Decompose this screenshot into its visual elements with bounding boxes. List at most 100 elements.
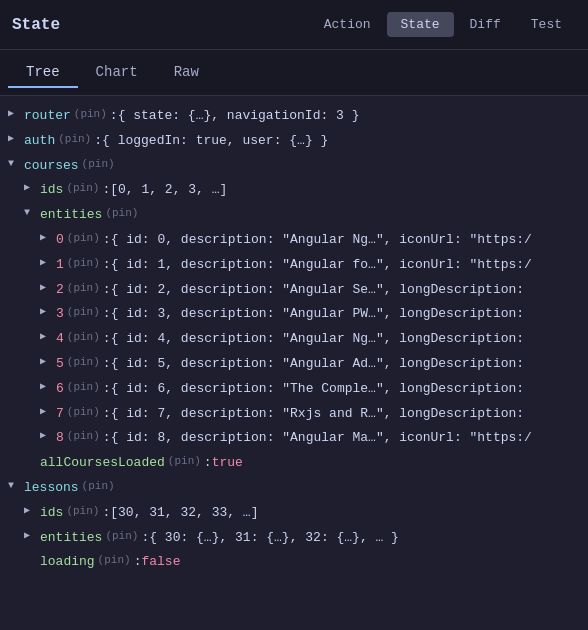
tree-colon: : xyxy=(110,106,118,127)
tree-row[interactable]: allCoursesLoaded (pin): true xyxy=(0,451,588,476)
tree-value: { id: 7, description: "Rxjs and R…", lon… xyxy=(111,404,524,425)
tree-value: { state: {…}, navigationId: 3 } xyxy=(118,106,360,127)
tree-colon: : xyxy=(103,329,111,350)
tree-key: entities xyxy=(40,205,102,226)
tree-arrow-icon xyxy=(24,180,38,196)
tree-row[interactable]: 6 (pin): { id: 6, description: "The Comp… xyxy=(0,377,588,402)
tree-arrow-icon xyxy=(8,156,22,172)
tree-key: loading xyxy=(40,552,95,573)
tree-row[interactable]: router (pin): { state: {…}, navigationId… xyxy=(0,104,588,129)
tree-arrow-icon xyxy=(40,255,54,271)
tree-value: { id: 4, description: "Angular Ng…", lon… xyxy=(111,329,524,350)
tree-row[interactable]: 3 (pin): { id: 3, description: "Angular … xyxy=(0,302,588,327)
tree-pin: (pin) xyxy=(67,280,100,298)
tree-arrow-icon xyxy=(40,280,54,296)
tree-pin: (pin) xyxy=(67,354,100,372)
tree-arrow-icon xyxy=(40,304,54,320)
tab-action[interactable]: Action xyxy=(310,12,385,37)
page-title: State xyxy=(12,16,60,34)
tree-pin: (pin) xyxy=(67,404,100,422)
tree-pin: (pin) xyxy=(67,304,100,322)
tree-arrow-icon xyxy=(8,131,22,147)
tree-colon: : xyxy=(102,503,110,524)
tree-key: 3 xyxy=(56,304,64,325)
subtab-raw[interactable]: Raw xyxy=(156,58,217,88)
sub-tab-group: Tree Chart Raw xyxy=(0,50,588,96)
tree-row[interactable]: 7 (pin): { id: 7, description: "Rxjs and… xyxy=(0,402,588,427)
tree-row[interactable]: 0 (pin): { id: 0, description: "Angular … xyxy=(0,228,588,253)
tree-arrow-icon xyxy=(40,329,54,345)
tree-key: entities xyxy=(40,528,102,549)
tree-pin: (pin) xyxy=(74,106,107,124)
tree-key: ids xyxy=(40,503,63,524)
tab-diff[interactable]: Diff xyxy=(456,12,515,37)
tree-pin: (pin) xyxy=(67,329,100,347)
tree-pin: (pin) xyxy=(66,180,99,198)
tree-value: [30, 31, 32, 33, …] xyxy=(110,503,258,524)
tree-colon: : xyxy=(141,528,149,549)
tree-pin: (pin) xyxy=(168,453,201,471)
tree-key: allCoursesLoaded xyxy=(40,453,165,474)
tree-row[interactable]: 5 (pin): { id: 5, description: "Angular … xyxy=(0,352,588,377)
tree-row[interactable]: 4 (pin): { id: 4, description: "Angular … xyxy=(0,327,588,352)
tree-value: { loggedIn: true, user: {…} } xyxy=(102,131,328,152)
tree-key: 8 xyxy=(56,428,64,449)
subtab-chart[interactable]: Chart xyxy=(78,58,156,88)
tree-pin: (pin) xyxy=(82,156,115,174)
tree-key: auth xyxy=(24,131,55,152)
tree-colon: : xyxy=(94,131,102,152)
tree-key: 1 xyxy=(56,255,64,276)
tree-value: { id: 8, description: "Angular Ma…", ico… xyxy=(111,428,532,449)
tab-test[interactable]: Test xyxy=(517,12,576,37)
tree-row[interactable]: auth (pin): { loggedIn: true, user: {…} … xyxy=(0,129,588,154)
tree-pin: (pin) xyxy=(105,528,138,546)
tree-row[interactable]: ids (pin): [30, 31, 32, 33, …] xyxy=(0,501,588,526)
tree-colon: : xyxy=(103,428,111,449)
header: State Action State Diff Test xyxy=(0,0,588,50)
tree-key: 5 xyxy=(56,354,64,375)
tree-colon: : xyxy=(134,552,142,573)
tree-key: 4 xyxy=(56,329,64,350)
tree-pin: (pin) xyxy=(67,428,100,446)
tree-key: ids xyxy=(40,180,63,201)
tree-row[interactable]: 2 (pin): { id: 2, description: "Angular … xyxy=(0,278,588,303)
tree-row[interactable]: 1 (pin): { id: 1, description: "Angular … xyxy=(0,253,588,278)
tab-state[interactable]: State xyxy=(387,12,454,37)
tree-arrow-icon xyxy=(8,478,22,494)
tree-row[interactable]: entities (pin) xyxy=(0,203,588,228)
tree-colon: : xyxy=(103,354,111,375)
tree-value: { id: 0, description: "Angular Ng…", ico… xyxy=(111,230,532,251)
tree-value: { id: 3, description: "Angular PW…", lon… xyxy=(111,304,524,325)
tree-row[interactable]: lessons (pin) xyxy=(0,476,588,501)
tree-pin: (pin) xyxy=(98,552,131,570)
tree-pin: (pin) xyxy=(67,230,100,248)
tree-row[interactable]: entities (pin): { 30: {…}, 31: {…}, 32: … xyxy=(0,526,588,551)
tree-arrow-icon xyxy=(8,106,22,122)
tree-colon: : xyxy=(204,453,212,474)
header-tab-group: Action State Diff Test xyxy=(310,12,576,37)
subtab-tree[interactable]: Tree xyxy=(8,58,78,88)
tree-value: { id: 5, description: "Angular Ad…", lon… xyxy=(111,354,524,375)
tree-colon: : xyxy=(103,255,111,276)
tree-arrow-icon xyxy=(24,503,38,519)
tree-pin: (pin) xyxy=(105,205,138,223)
tree-value: true xyxy=(212,453,243,474)
tree-colon: : xyxy=(102,180,110,201)
tree-pin: (pin) xyxy=(58,131,91,149)
tree-key: lessons xyxy=(24,478,79,499)
tree-row[interactable]: courses (pin) xyxy=(0,154,588,179)
tree-value: [0, 1, 2, 3, …] xyxy=(110,180,227,201)
tree-arrow-icon xyxy=(40,428,54,444)
tree-row[interactable]: ids (pin): [0, 1, 2, 3, …] xyxy=(0,178,588,203)
tree-arrow-icon xyxy=(24,205,38,221)
tree-colon: : xyxy=(103,379,111,400)
tree-value: { 30: {…}, 31: {…}, 32: {…}, … } xyxy=(149,528,399,549)
tree-row[interactable]: loading (pin): false xyxy=(0,550,588,575)
tree-arrow-icon xyxy=(24,528,38,544)
tree-content: router (pin): { state: {…}, navigationId… xyxy=(0,96,588,630)
tree-key: 2 xyxy=(56,280,64,301)
tree-key: router xyxy=(24,106,71,127)
tree-pin: (pin) xyxy=(82,478,115,496)
tree-colon: : xyxy=(103,230,111,251)
tree-row[interactable]: 8 (pin): { id: 8, description: "Angular … xyxy=(0,426,588,451)
